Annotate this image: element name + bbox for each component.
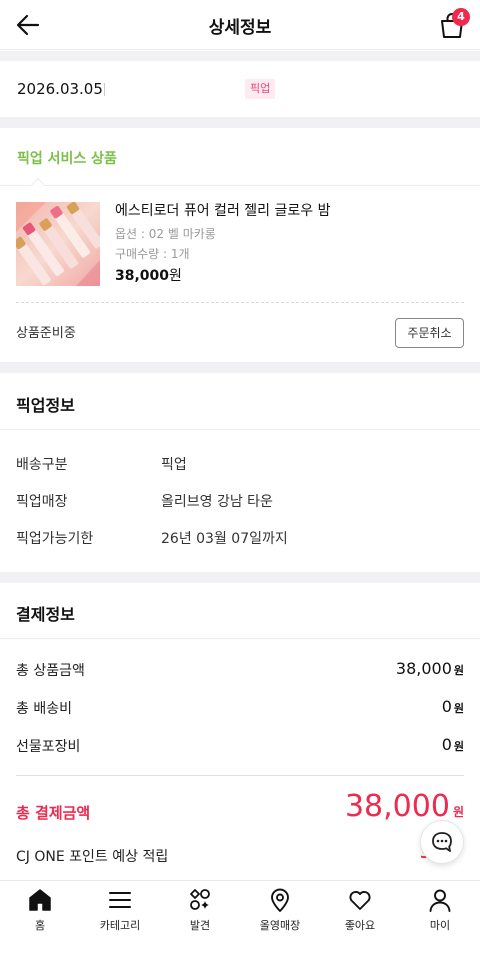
order-date: 2026.03.05 xyxy=(17,80,103,98)
date-divider xyxy=(104,83,105,96)
nav-label: 좋아요 xyxy=(344,919,376,932)
discover-icon xyxy=(190,889,210,910)
heart-icon xyxy=(349,890,371,910)
info-label-pickup-deadline: 픽업가능기한 xyxy=(16,531,94,547)
total-payment-label: 총 결제금액 xyxy=(16,804,91,822)
menu-icon xyxy=(109,892,131,908)
currency-unit: 원 xyxy=(453,664,464,677)
amount: 0 xyxy=(441,697,452,716)
page-title: 상세정보 xyxy=(208,18,272,38)
order-status: 상품준비중 xyxy=(16,326,76,341)
nav-stores[interactable]: 올영매장 xyxy=(240,881,320,941)
nav-discover[interactable]: 발견 xyxy=(160,881,240,941)
section-gap xyxy=(0,362,480,373)
divider xyxy=(0,638,480,639)
section-gap xyxy=(0,572,480,583)
nav-my[interactable]: 마이 xyxy=(400,881,480,941)
amount: 38,000 xyxy=(344,789,450,824)
location-pin-icon xyxy=(271,888,289,912)
nav-label: 발견 xyxy=(189,919,211,932)
nav-home[interactable]: 홈 xyxy=(0,881,80,941)
info-value-delivery-type: 픽업 xyxy=(161,457,187,473)
chat-button[interactable] xyxy=(420,820,464,864)
pay-label-product-total: 총 상품금액 xyxy=(16,663,85,679)
price-value: 38,000 xyxy=(115,268,170,284)
divider xyxy=(0,185,480,186)
currency-unit: 원 xyxy=(453,702,464,715)
chat-bubble-icon xyxy=(432,832,452,852)
pay-label-shipping: 총 배송비 xyxy=(16,701,72,717)
pickup-service-title: 픽업 서비스 상품 xyxy=(17,151,117,167)
price-unit: 원 xyxy=(169,268,182,284)
section-gap xyxy=(0,117,480,128)
cart-count-badge: 4 xyxy=(452,8,470,26)
nav-label: 마이 xyxy=(429,919,451,932)
product-quantity: 구매수량 : 1개 xyxy=(115,247,190,261)
top-header: 상세정보 4 xyxy=(0,0,480,50)
pay-value-gift-wrap: 0원 xyxy=(442,735,464,754)
cancel-order-button[interactable]: 주문취소 xyxy=(395,318,464,348)
currency-unit: 원 xyxy=(452,805,464,819)
nav-label: 올영매장 xyxy=(259,919,301,932)
pay-value-shipping: 0원 xyxy=(442,697,464,716)
nav-label: 카테고리 xyxy=(99,919,141,932)
speech-pointer xyxy=(30,177,46,193)
amount: 38,000 xyxy=(395,659,452,678)
section-gap xyxy=(0,51,480,61)
divider xyxy=(0,429,480,430)
total-payment-value: 38,000 원 xyxy=(345,789,464,824)
pay-label-gift-wrap: 선물포장비 xyxy=(16,739,81,755)
currency-unit: 원 xyxy=(453,740,464,753)
pickup-info-title: 픽업정보 xyxy=(16,396,75,415)
product-name[interactable]: 에스티로더 퓨어 컬러 젤리 글로우 밤 xyxy=(115,200,330,220)
product-option: 옵션 : 02 벨 마카롱 xyxy=(115,227,216,241)
nav-label: 홈 xyxy=(34,919,46,932)
nav-category[interactable]: 카테고리 xyxy=(80,881,160,941)
payment-info-title: 결제정보 xyxy=(16,605,75,624)
bottom-navigation: 홈 카테고리 발견 올영매장 좋아요 마이 xyxy=(0,880,480,973)
info-value-pickup-deadline: 26년 03월 07일까지 xyxy=(161,531,288,547)
person-icon xyxy=(429,889,451,912)
info-value-pickup-store: 올리브영 강남 타운 xyxy=(161,494,273,510)
pay-value-product-total: 38,000 원 xyxy=(396,659,464,678)
product-image[interactable] xyxy=(16,202,100,286)
cj-one-points-label: CJ ONE 포인트 예상 적립 xyxy=(16,849,169,865)
info-label-delivery-type: 배송구분 xyxy=(16,457,68,473)
amount: 0 xyxy=(441,735,452,754)
home-icon xyxy=(29,889,51,911)
nav-likes[interactable]: 좋아요 xyxy=(320,881,400,941)
dashed-divider xyxy=(16,302,464,303)
pickup-type-tag: 픽업 xyxy=(245,79,276,99)
info-label-pickup-store: 픽업매장 xyxy=(16,494,68,510)
divider xyxy=(16,775,464,776)
product-price: 38,000원 xyxy=(115,265,182,285)
